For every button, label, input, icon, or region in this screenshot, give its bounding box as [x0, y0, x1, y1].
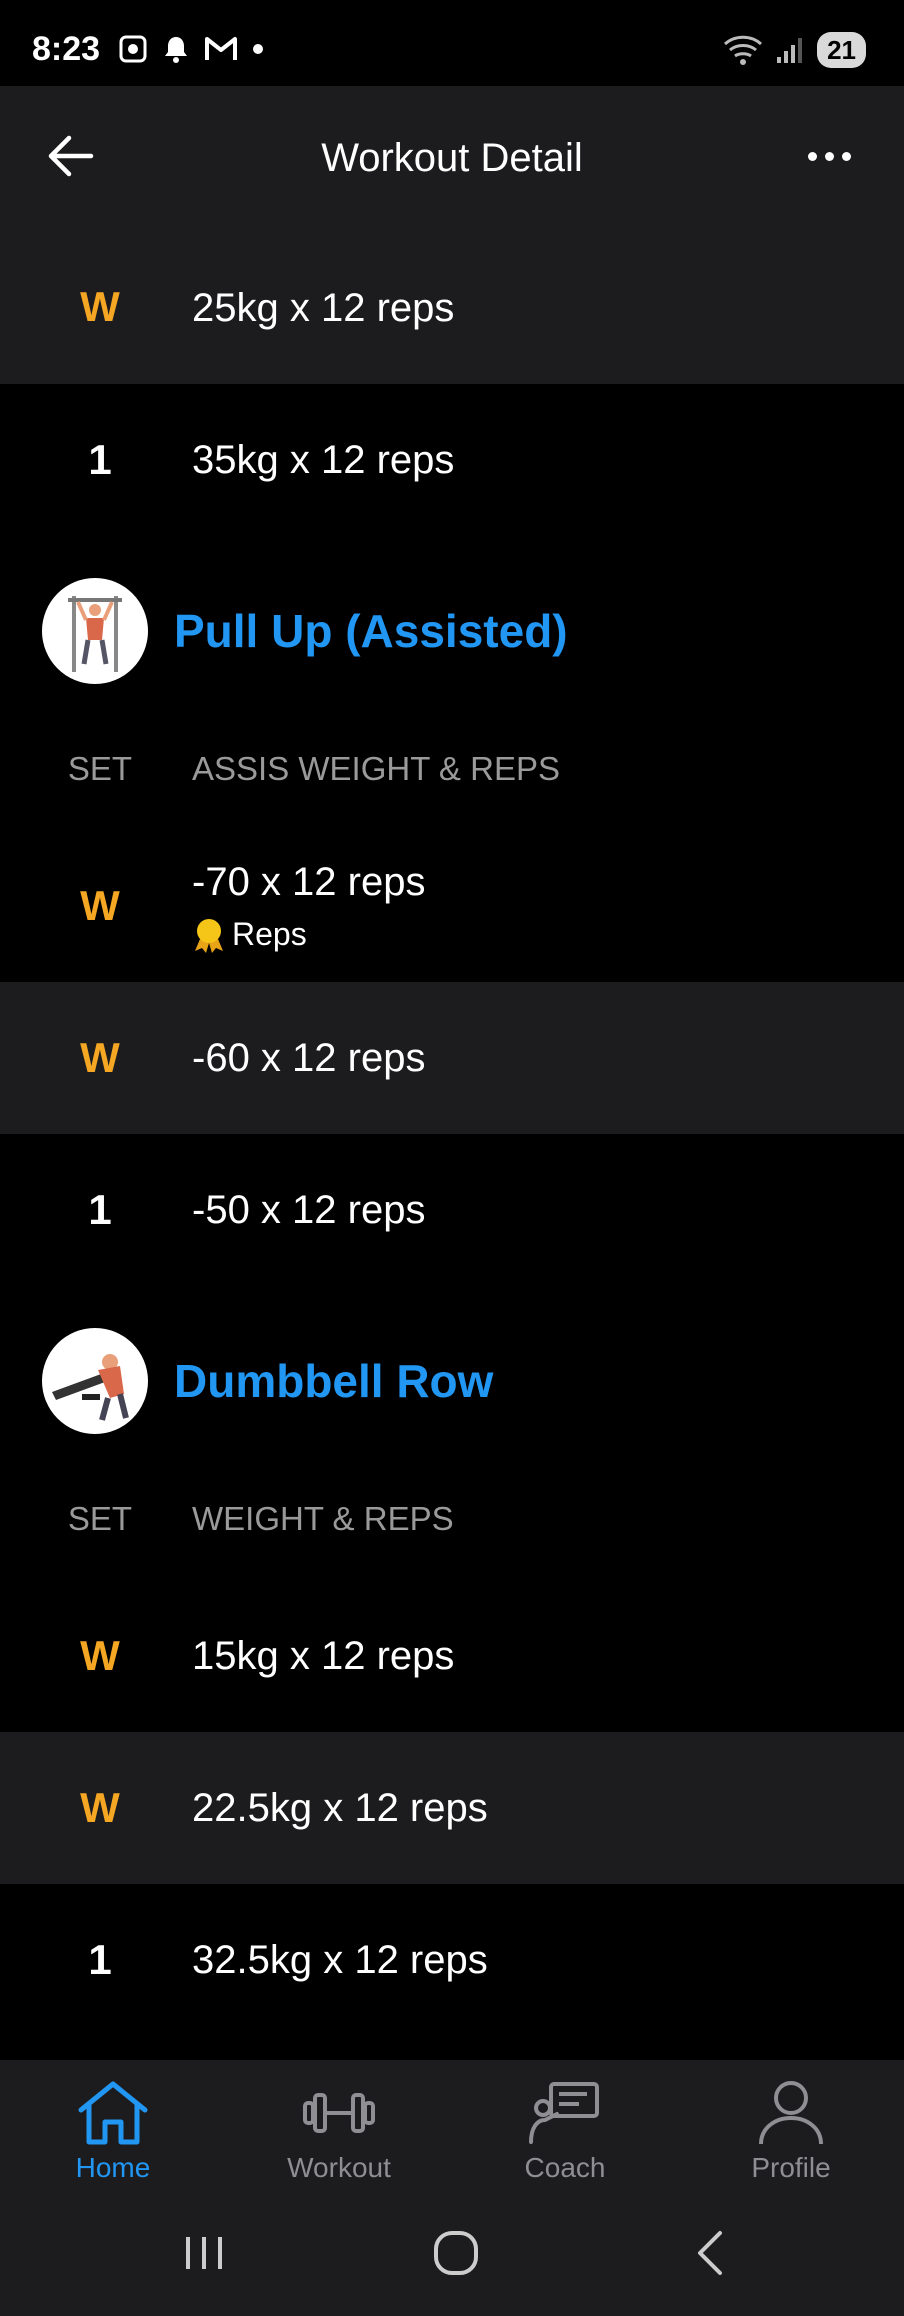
- status-time: 8:23: [32, 30, 101, 68]
- set-column-header: SET WEIGHT & REPS: [0, 1468, 904, 1568]
- exercise-header[interactable]: Pull Up (Assisted): [0, 562, 904, 702]
- set-type-warmup: W: [80, 1632, 120, 1679]
- app-header: Workout Detail: [0, 86, 904, 236]
- home-icon: [73, 2078, 153, 2148]
- column-set-label: SET: [67, 750, 133, 787]
- set-number: 1: [88, 1186, 112, 1233]
- wifi-icon: [724, 35, 763, 65]
- column-weight-reps-label: WEIGHT & REPS: [192, 1500, 454, 1537]
- nav-coach[interactable]: Coach: [452, 2060, 678, 2188]
- nav-coach-label: Coach: [524, 2152, 606, 2183]
- status-bar: 8:23 21: [0, 0, 904, 86]
- medal-icon: [195, 918, 223, 953]
- set-row: 1 32.5kg x 12 reps: [0, 1884, 904, 2060]
- set-column-header: SET ASSIS WEIGHT & REPS: [0, 718, 904, 818]
- exercise-thumbnail[interactable]: [42, 578, 148, 684]
- dot-icon: [807, 151, 817, 161]
- pull-up-illustration-icon: [68, 596, 122, 672]
- exercise-thumbnail[interactable]: [42, 1328, 148, 1434]
- recent-apps-icon: [186, 2237, 222, 2269]
- nav-home-label: Home: [75, 2152, 151, 2183]
- dot-icon: [253, 44, 263, 54]
- set-type-warmup: W: [80, 283, 120, 330]
- home-system-button[interactable]: [426, 2226, 486, 2280]
- system-navigation-bar: [0, 2188, 904, 2316]
- set-value: 22.5kg x 12 reps: [192, 1786, 488, 1830]
- battery-indicator: 21: [817, 32, 866, 68]
- bell-icon: [165, 37, 187, 63]
- status-icons-left: [118, 34, 264, 64]
- bottom-navigation: Home Workout Coach Profile: [0, 2060, 904, 2188]
- set-number: 1: [88, 1936, 112, 1983]
- chevron-left-icon: [698, 2231, 722, 2275]
- set-value: -70 x 12 reps: [192, 860, 426, 904]
- set-number: 1: [88, 436, 112, 483]
- set-row: W 15kg x 12 reps: [0, 1580, 904, 1732]
- gmail-icon: [205, 37, 237, 60]
- set-value: 32.5kg x 12 reps: [192, 1938, 488, 1982]
- column-set-label: SET: [67, 1500, 133, 1537]
- set-row: 1 -50 x 12 reps: [0, 1134, 904, 1288]
- column-weight-reps-label: ASSIS WEIGHT & REPS: [192, 750, 560, 787]
- set-value: -50 x 12 reps: [192, 1188, 426, 1232]
- coach-icon: [525, 2078, 605, 2148]
- set-row: W 25kg x 12 reps: [0, 236, 904, 384]
- set-type-warmup: W: [80, 1034, 120, 1081]
- nav-profile-label: Profile: [751, 2152, 831, 2183]
- nav-workout[interactable]: Workout: [226, 2060, 452, 2188]
- page-title: Workout Detail: [321, 136, 583, 180]
- exercise-header[interactable]: Dumbbell Row: [0, 1312, 904, 1452]
- set-value: 25kg x 12 reps: [192, 286, 455, 330]
- set-row: 1 35kg x 12 reps: [0, 384, 904, 538]
- status-icons-right: 21: [723, 32, 866, 68]
- set-value: 15kg x 12 reps: [192, 1634, 455, 1678]
- set-row: W -70 x 12 reps Reps: [0, 830, 904, 982]
- set-row: W 22.5kg x 12 reps: [0, 1732, 904, 1884]
- record-badge-label: Reps: [232, 916, 307, 952]
- exercise-name[interactable]: Dumbbell Row: [174, 1354, 493, 1408]
- nav-home[interactable]: Home: [0, 2060, 226, 2188]
- dumbbell-icon: [299, 2078, 379, 2148]
- back-system-button[interactable]: [680, 2226, 740, 2280]
- recent-apps-button[interactable]: [174, 2226, 234, 2280]
- set-value: 35kg x 12 reps: [192, 438, 455, 482]
- exercise-name[interactable]: Pull Up (Assisted): [174, 604, 568, 658]
- more-options-button[interactable]: [794, 126, 864, 186]
- dot-icon: [824, 151, 834, 161]
- dot-icon: [841, 151, 851, 161]
- nav-workout-label: Workout: [287, 2152, 391, 2183]
- set-type-warmup: W: [80, 882, 120, 929]
- nav-profile[interactable]: Profile: [678, 2060, 904, 2188]
- home-circle-icon: [434, 2231, 478, 2275]
- set-value: -60 x 12 reps: [192, 1036, 426, 1080]
- record-badge: Reps: [192, 916, 307, 953]
- dumbbell-row-illustration-icon: [52, 1354, 129, 1421]
- signal-icon: [777, 38, 803, 63]
- profile-icon: [751, 2078, 831, 2148]
- screenshot-icon: [119, 35, 147, 63]
- set-type-warmup: W: [80, 1784, 120, 1831]
- set-row: W -60 x 12 reps: [0, 982, 904, 1134]
